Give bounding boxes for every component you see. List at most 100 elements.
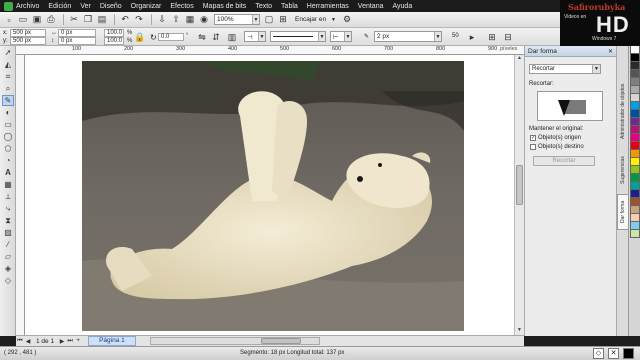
grid-icon[interactable]: ⊞ — [486, 31, 498, 43]
rotation-angle-field[interactable]: 0.0 — [158, 33, 184, 41]
source-objects-checkbox[interactable]: ✓ Objeto(s) origen — [530, 135, 581, 141]
mirror-vertical-icon[interactable]: ⇵ — [210, 31, 222, 43]
outline-tool-icon[interactable]: ▱ — [2, 251, 14, 262]
polygon-tool-icon[interactable]: ⬠ — [2, 143, 14, 154]
mirror-horizontal-icon[interactable]: ⇋ — [196, 31, 208, 43]
color-swatch[interactable] — [630, 62, 640, 70]
color-swatch[interactable] — [630, 126, 640, 134]
full-screen-preview-icon[interactable]: ▢ — [263, 14, 275, 26]
cut-icon[interactable]: ✂ — [68, 14, 80, 26]
scale-height-field[interactable]: 100.0 — [104, 37, 124, 45]
menu-archivo[interactable]: Archivo — [16, 3, 39, 10]
color-swatch[interactable] — [630, 190, 640, 198]
print-icon[interactable]: ⎙ — [45, 14, 57, 26]
smart-fill-tool-icon[interactable]: ◐ — [2, 107, 14, 118]
application-launcher-icon[interactable]: ◉ — [198, 14, 210, 26]
freehand-tool-icon[interactable]: ✎ — [2, 95, 14, 106]
outline-width-select[interactable]: 2 px ▼ — [374, 31, 442, 42]
horizontal-scroll-thumb[interactable] — [260, 338, 301, 344]
new-document-icon[interactable]: ▫ — [3, 14, 15, 26]
smoothing-slider-icon[interactable]: ▸ — [466, 31, 478, 43]
publish-pdf-icon[interactable]: ▦ — [184, 14, 196, 26]
x-position-field[interactable]: 500 px — [10, 29, 46, 37]
next-page-icon[interactable]: ▶ — [58, 338, 66, 345]
start-arrowhead-select[interactable]: ⊣ ▼ — [244, 31, 266, 42]
menu-ayuda[interactable]: Ayuda — [393, 3, 413, 10]
first-page-icon[interactable]: ⏮ — [16, 338, 24, 345]
color-swatch[interactable] — [630, 222, 640, 230]
transparency-tool-icon[interactable]: ▨ — [2, 227, 14, 238]
show-rulers-icon[interactable]: ⊞ — [277, 14, 289, 26]
menu-efectos[interactable]: Efectos — [170, 3, 193, 10]
color-swatch[interactable] — [630, 110, 640, 118]
vertical-scroll-thumb[interactable] — [516, 165, 523, 205]
trim-button[interactable]: Recortar — [533, 156, 595, 166]
dimension-tool-icon[interactable]: ⟂ — [2, 191, 14, 202]
color-swatch[interactable] — [630, 118, 640, 126]
polar-bear-photo[interactable] — [82, 61, 464, 331]
color-swatch[interactable] — [630, 166, 640, 174]
height-field[interactable]: 0 px — [58, 37, 96, 45]
scroll-up-icon[interactable]: ▲ — [515, 55, 524, 63]
snap-to-select[interactable]: Encajar en ▼ — [293, 14, 337, 25]
import-icon[interactable]: ⇩ — [156, 14, 168, 26]
color-swatch[interactable] — [630, 230, 640, 238]
color-swatch[interactable] — [630, 46, 640, 54]
interactive-fill-tool-icon[interactable]: ◇ — [2, 275, 14, 286]
color-swatch[interactable] — [630, 206, 640, 214]
smoothing-field[interactable]: 50 — [450, 33, 464, 41]
redo-icon[interactable]: ↷ — [133, 14, 145, 26]
rectangle-tool-icon[interactable]: ▭ — [2, 119, 14, 130]
menu-edicion[interactable]: Edición — [48, 3, 71, 10]
text-tool-icon[interactable]: A — [2, 167, 14, 178]
color-swatch[interactable] — [630, 142, 640, 150]
table-tool-icon[interactable]: ▦ — [2, 179, 14, 190]
scale-width-field[interactable]: 100.0 — [104, 29, 124, 37]
zoom-level-select[interactable]: 100% ▼ — [214, 14, 260, 25]
convert-icon[interactable]: ⊟ — [502, 31, 514, 43]
undo-icon[interactable]: ↶ — [119, 14, 131, 26]
open-folder-icon[interactable]: ▭ — [17, 14, 29, 26]
color-swatch[interactable] — [630, 182, 640, 190]
export-icon[interactable]: ⇧ — [170, 14, 182, 26]
crop-tool-icon[interactable]: ⌗ — [2, 71, 14, 82]
horizontal-scrollbar[interactable] — [149, 337, 320, 345]
paste-icon[interactable]: ▤ — [96, 14, 108, 26]
shape-tool-icon[interactable]: ◭ — [2, 59, 14, 70]
color-swatch[interactable] — [630, 78, 640, 86]
target-objects-checkbox[interactable]: Objeto(s) destino — [530, 144, 584, 150]
vertical-scrollbar[interactable]: ▲ ▼ — [514, 55, 524, 335]
zoom-tool-icon[interactable]: ⌕ — [2, 83, 14, 94]
color-swatch[interactable] — [630, 198, 640, 206]
drawing-canvas[interactable] — [25, 55, 514, 335]
copy-icon[interactable]: ❐ — [82, 14, 94, 26]
connector-tool-icon[interactable]: ⤷ — [2, 203, 14, 214]
menu-ventana[interactable]: Ventana — [358, 3, 384, 10]
pick-tool-icon[interactable]: ➚ — [2, 47, 14, 58]
ellipse-tool-icon[interactable]: ◯ — [2, 131, 14, 142]
scroll-down-icon[interactable]: ▼ — [515, 327, 524, 335]
color-swatch[interactable] — [630, 102, 640, 110]
horizontal-ruler[interactable]: 100 200 300 400 500 600 700 800 900 píxe… — [16, 46, 524, 55]
tab-page-1[interactable]: Página 1 — [88, 336, 136, 346]
options-icon[interactable]: ⚙ — [341, 14, 353, 26]
outline-swatch-icon[interactable] — [623, 348, 634, 359]
menu-tabla[interactable]: Tabla — [281, 3, 298, 10]
line-style-select[interactable]: ▼ — [270, 31, 326, 42]
previous-page-icon[interactable]: ◀ — [24, 338, 32, 345]
blend-tool-icon[interactable]: ⧗ — [2, 215, 14, 226]
last-page-icon[interactable]: ⏭ — [66, 338, 74, 345]
color-swatch[interactable] — [630, 158, 640, 166]
eyedropper-tool-icon[interactable]: ⁄ — [2, 239, 14, 250]
lock-ratio-icon[interactable]: 🔒 — [134, 31, 146, 43]
save-icon[interactable]: ▣ — [31, 14, 43, 26]
color-swatch[interactable] — [630, 214, 640, 222]
shaping-mode-select[interactable]: Recortar ▼ — [529, 64, 601, 74]
color-swatch[interactable] — [630, 134, 640, 142]
basic-shapes-tool-icon[interactable]: ◔ — [2, 155, 14, 166]
y-position-field[interactable]: 500 px — [10, 37, 46, 45]
color-swatch[interactable] — [630, 94, 640, 102]
color-swatch[interactable] — [630, 86, 640, 94]
menu-ver[interactable]: Ver — [80, 3, 91, 10]
fill-swatch-icon[interactable]: ◇ — [593, 348, 604, 359]
